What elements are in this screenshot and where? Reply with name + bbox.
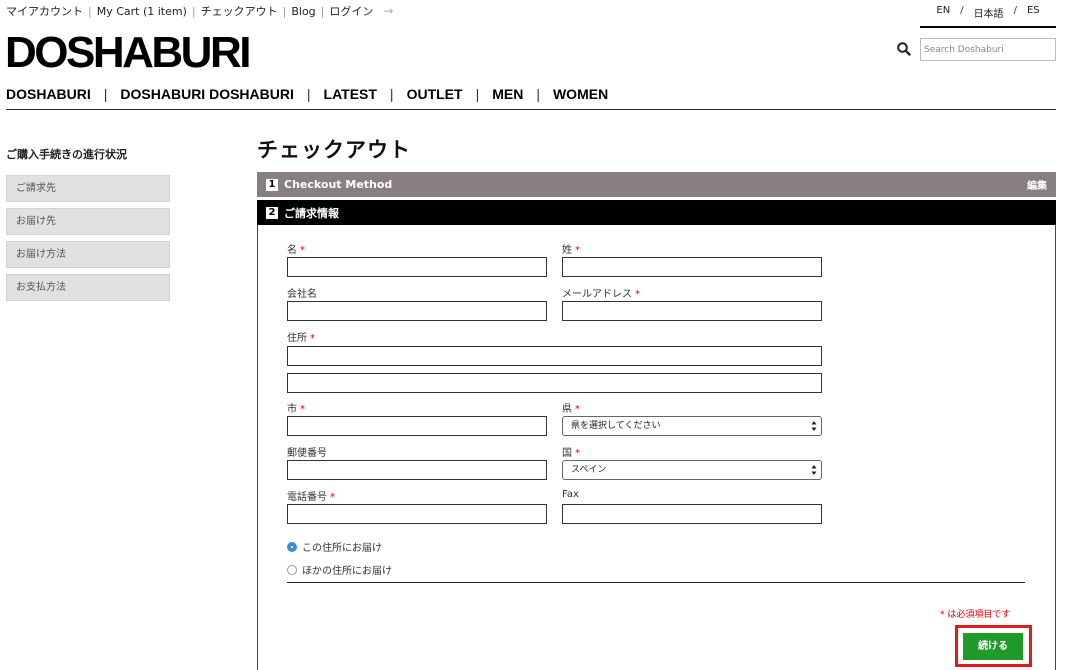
ship-to-other-address-radio[interactable]: ほかの住所にお届け	[287, 562, 392, 577]
step-label: ご請求情報	[284, 206, 339, 220]
nav-men[interactable]: MEN	[492, 86, 523, 102]
top-links: マイアカウント | My Cart (1 item) | チェックアウト | Blog…	[6, 3, 394, 19]
step-number: 1	[266, 178, 278, 191]
progress-item-shipping-method: お届け方法	[6, 241, 170, 268]
country-label: 国 *	[562, 448, 580, 459]
email-field[interactable]	[562, 301, 822, 321]
company-label: 会社名	[287, 289, 317, 300]
state-select-value: 県を選択してください	[571, 421, 661, 431]
step-number: 2	[266, 206, 278, 219]
radio-unchecked-icon	[287, 564, 297, 575]
required-note: * は必須項目です	[940, 610, 1011, 620]
my-account-link[interactable]: マイアカウント	[6, 3, 83, 19]
nav-doshaburi-doshaburi[interactable]: DOSHABURI DOSHABURI	[120, 86, 293, 102]
nav-doshaburi[interactable]: DOSHABURI	[6, 86, 91, 102]
arrow-right-icon: →	[383, 4, 394, 18]
page-title: チェックアウト	[257, 138, 411, 162]
address-line2-field[interactable]	[287, 373, 822, 393]
radio-label: ほかの住所にお届け	[302, 566, 392, 577]
step-label: Checkout Method	[284, 178, 393, 191]
fax-label: Fax	[562, 489, 579, 500]
last-name-field[interactable]	[562, 257, 822, 277]
last-name-label: 姓 *	[562, 245, 580, 256]
language-switcher: EN / 日本語 / ES	[920, 0, 1056, 28]
nav-women[interactable]: WOMEN	[553, 86, 608, 102]
address-line1-field[interactable]	[287, 346, 822, 366]
fax-field[interactable]	[562, 504, 822, 524]
nav-divider	[6, 109, 1056, 110]
edit-link[interactable]: 編集	[1027, 177, 1047, 192]
my-cart-link[interactable]: My Cart (1 item)	[97, 5, 187, 18]
first-name-label: 名 *	[287, 245, 305, 256]
progress-item-billing: ご請求先	[6, 175, 170, 202]
continue-button[interactable]: 続ける	[963, 633, 1023, 660]
search-icon[interactable]	[896, 41, 912, 57]
lang-en[interactable]: EN	[936, 5, 950, 16]
step-billing-info: 2 ご請求情報	[257, 200, 1056, 225]
nav-outlet[interactable]: OUTLET	[407, 86, 463, 102]
step-checkout-method[interactable]: 1 Checkout Method 編集	[257, 172, 1056, 197]
ship-to-this-address-radio[interactable]: この住所にお届け	[287, 539, 382, 554]
radio-checked-icon	[287, 541, 297, 552]
progress-item-shipping: お届け先	[6, 208, 170, 235]
form-divider	[287, 582, 1025, 583]
blog-link[interactable]: Blog	[291, 5, 315, 18]
checkout-link[interactable]: チェックアウト	[201, 3, 278, 19]
nav-latest[interactable]: LATEST	[324, 86, 377, 102]
main-nav: DOSHABURI | DOSHABURI DOSHABURI | LATEST | …	[6, 86, 609, 102]
progress-item-payment: お支払方法	[6, 274, 170, 301]
city-label: 市 *	[287, 404, 305, 415]
phone-label: 電話番号 *	[287, 492, 335, 503]
progress-title: ご購入手続きの進行状況	[6, 148, 127, 161]
radio-label: この住所にお届け	[302, 543, 382, 554]
search-input[interactable]	[920, 38, 1056, 61]
postcode-label: 郵便番号	[287, 448, 327, 459]
city-field[interactable]	[287, 416, 547, 436]
state-select[interactable]: 県を選択してください	[562, 416, 822, 436]
site-logo[interactable]: DOSHABURI	[5, 30, 251, 76]
country-select-value: スペイン	[571, 465, 607, 475]
address-label: 住所 *	[287, 333, 315, 344]
select-arrows-icon	[811, 465, 817, 475]
country-select[interactable]: スペイン	[562, 460, 822, 480]
postcode-field[interactable]	[287, 460, 547, 480]
billing-panel	[257, 225, 1056, 670]
lang-ja[interactable]: 日本語	[974, 5, 1004, 20]
state-label: 県 *	[562, 404, 580, 415]
first-name-field[interactable]	[287, 257, 547, 277]
email-label: メールアドレス *	[562, 289, 640, 300]
lang-es[interactable]: ES	[1027, 5, 1040, 16]
login-link[interactable]: ログイン	[329, 3, 373, 19]
select-arrows-icon	[811, 421, 817, 431]
company-field[interactable]	[287, 301, 547, 321]
phone-field[interactable]	[287, 504, 547, 524]
